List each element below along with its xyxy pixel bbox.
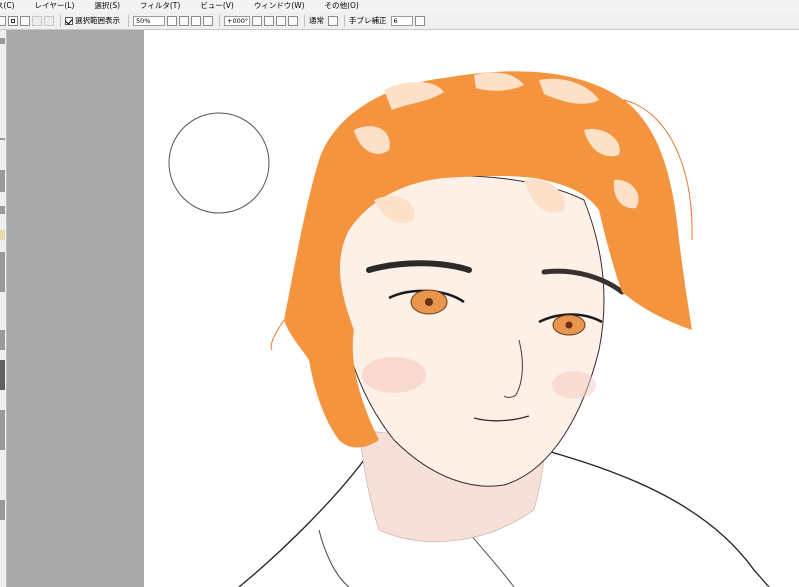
selection-visible-checkbox[interactable] bbox=[65, 16, 73, 25]
zoom-dropdown-icon[interactable] bbox=[167, 15, 177, 26]
zoom-in-icon[interactable] bbox=[191, 15, 201, 26]
blush-left bbox=[362, 357, 426, 393]
transform-icon[interactable] bbox=[32, 15, 42, 26]
palette-divider bbox=[0, 138, 5, 140]
palette-color-chip[interactable] bbox=[0, 230, 5, 240]
palette-tool-slot[interactable] bbox=[0, 252, 5, 292]
deselect-icon[interactable] bbox=[0, 15, 6, 26]
brush-cursor-icon bbox=[168, 112, 270, 214]
menu-item-view[interactable]: ビュー(V) bbox=[200, 0, 233, 12]
stabilizer-dropdown-icon[interactable] bbox=[414, 15, 425, 26]
palette-tool-slot[interactable] bbox=[0, 330, 5, 350]
flip-horizontal-icon[interactable] bbox=[328, 15, 338, 26]
eye-left-pupil bbox=[425, 298, 433, 306]
rotate-left-icon[interactable] bbox=[264, 15, 274, 26]
palette-tool-slot[interactable] bbox=[0, 170, 5, 192]
clear-selection-icon[interactable] bbox=[44, 15, 54, 26]
shirt-outline-right bbox=[543, 449, 770, 587]
menu-item-path[interactable]: ス(C) bbox=[0, 0, 15, 12]
toolbar-divider bbox=[219, 14, 220, 27]
menu-item-window[interactable]: ウィンドウ(W) bbox=[254, 0, 305, 12]
rotate-right-icon[interactable] bbox=[276, 15, 286, 26]
menu-item-layer[interactable]: レイヤー(L) bbox=[35, 0, 75, 12]
drawing-canvas[interactable] bbox=[144, 30, 799, 587]
stabilizer-label: 手ブレ補正 bbox=[349, 16, 387, 25]
menu-item-select[interactable]: 選択(S) bbox=[94, 0, 120, 12]
canvas-outside-area bbox=[7, 30, 144, 587]
stabilizer-field[interactable]: 6 bbox=[390, 15, 413, 26]
toolbar-divider bbox=[304, 14, 305, 27]
toolbar: 選択範囲表示 50% +000° 通常 手ブレ補正 6 bbox=[0, 12, 799, 30]
rotation-dropdown-icon[interactable] bbox=[252, 15, 262, 26]
zoom-out-icon[interactable] bbox=[179, 15, 189, 26]
palette-tool-slot[interactable] bbox=[0, 206, 5, 214]
menu-item-filter[interactable]: フィルタ(T) bbox=[140, 0, 180, 12]
rotate-reset-icon[interactable] bbox=[288, 15, 298, 26]
menu-item-others[interactable]: その他(O) bbox=[325, 0, 359, 12]
toolbar-divider bbox=[128, 14, 129, 27]
palette-scroll-handle[interactable] bbox=[0, 38, 5, 44]
tool-palette bbox=[0, 30, 7, 587]
eye-right-pupil bbox=[565, 321, 573, 329]
blend-mode-label[interactable]: 通常 bbox=[309, 15, 324, 26]
hair-strand bbox=[270, 319, 285, 351]
shirt-collar-line bbox=[318, 529, 350, 587]
illustration bbox=[168, 71, 770, 587]
palette-tool-slot[interactable] bbox=[0, 500, 5, 520]
palette-tool-slot[interactable] bbox=[0, 410, 5, 450]
blush-right bbox=[552, 371, 596, 399]
shirt-outline-left bbox=[238, 459, 365, 587]
zoom-reset-icon[interactable] bbox=[203, 15, 213, 26]
palette-tool-slot[interactable] bbox=[0, 360, 5, 390]
toolbar-divider bbox=[344, 14, 345, 27]
zoom-field[interactable]: 50% bbox=[133, 15, 165, 26]
select-all-icon[interactable] bbox=[8, 15, 18, 26]
selection-visible-label: 選択範囲表示 bbox=[75, 16, 120, 25]
invert-selection-icon[interactable] bbox=[20, 15, 30, 26]
toolbar-divider bbox=[60, 14, 61, 27]
rotation-field[interactable]: +000° bbox=[224, 15, 250, 26]
